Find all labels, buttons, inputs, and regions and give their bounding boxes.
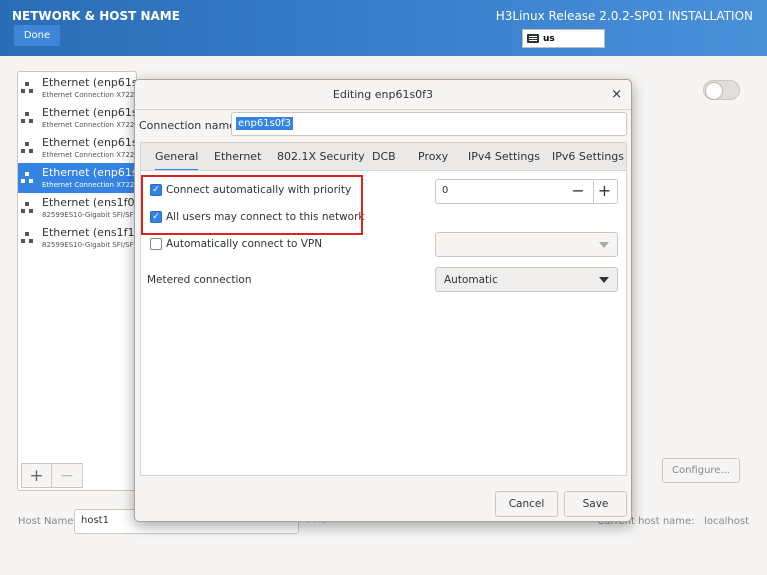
priority-value: 0 (442, 185, 449, 196)
network-wired-icon (21, 232, 34, 244)
network-wired-icon (21, 172, 34, 184)
chevron-down-icon (599, 242, 609, 248)
device-description: Ethernet Connection X722 (42, 181, 135, 189)
tab-dcb[interactable]: DCB (372, 143, 396, 171)
tab-general[interactable]: General (155, 143, 199, 171)
checkbox-unchecked-icon (150, 238, 162, 250)
save-button[interactable]: Save (564, 491, 627, 517)
tab-ipv4-settings[interactable]: IPv4 Settings (468, 143, 540, 171)
device-list-controls: + − (21, 463, 83, 488)
device-description: Ethernet Connection X722 (42, 91, 135, 99)
network-wired-icon (21, 112, 34, 124)
device-name: Ethernet (enp61s0f1) (42, 106, 136, 119)
network-wired-icon (21, 82, 34, 94)
keyboard-layout-indicator[interactable]: us (522, 29, 605, 48)
vpn-select[interactable] (435, 232, 618, 257)
current-host-name-value: localhost (704, 516, 749, 527)
configure-button[interactable]: Configure... (662, 458, 740, 483)
network-wired-icon (21, 202, 34, 214)
device-name: Ethernet (ens1f1, (42, 226, 137, 239)
tab-8021x-security[interactable]: 802.1X Security (277, 143, 365, 171)
device-item-selected[interactable]: Ethernet (enp61s0f3) Ethernet Connection… (18, 163, 136, 193)
settings-tabs: General Ethernet 802.1X Security DCB Pro… (140, 142, 627, 171)
header-bar: NETWORK & HOST NAME Done H3Linux Release… (0, 0, 767, 56)
host-name-label: Host Name: (18, 516, 77, 527)
device-item[interactable]: Ethernet (ens1f0, 82599ES10-Gigabit SFI/… (18, 193, 136, 223)
close-icon[interactable]: × (611, 87, 622, 102)
page-title: NETWORK & HOST NAME (12, 9, 180, 23)
cancel-button[interactable]: Cancel (495, 491, 558, 517)
device-power-toggle[interactable] (703, 80, 740, 100)
device-list: Ethernet (enp61s0f0) Ethernet Connection… (17, 71, 137, 491)
remove-device-button[interactable]: − (52, 463, 83, 488)
annotation-highlight-box (141, 175, 363, 235)
keyboard-layout-label: us (543, 33, 555, 44)
connection-name-input[interactable]: enp61s0f3 (231, 112, 627, 136)
done-button[interactable]: Done (13, 24, 61, 47)
priority-increase-button[interactable]: + (593, 181, 615, 203)
device-name: Ethernet (enp61s0f3) (42, 166, 136, 179)
device-name: Ethernet (ens1f0, (42, 196, 137, 209)
tab-proxy[interactable]: Proxy (418, 143, 448, 171)
metered-connection-label: Metered connection (147, 274, 252, 286)
device-description: Ethernet Connection X722 (42, 151, 135, 159)
vpn-autoconnect-label: Automatically connect to VPN (166, 238, 323, 250)
keyboard-icon (527, 34, 539, 43)
tab-ethernet[interactable]: Ethernet (214, 143, 261, 171)
add-device-button[interactable]: + (21, 463, 52, 488)
connection-name-value: enp61s0f3 (236, 117, 294, 130)
priority-spinbutton[interactable]: 0 − + (435, 179, 618, 204)
connection-name-label: Connection name (139, 119, 236, 132)
network-wired-icon (21, 142, 34, 154)
device-description: 82599ES10-Gigabit SFI/SFP+ (42, 241, 137, 249)
device-description: 82599ES10-Gigabit SFI/SFP+ (42, 211, 137, 219)
device-item[interactable]: Ethernet (ens1f1, 82599ES10-Gigabit SFI/… (18, 223, 136, 253)
device-item[interactable]: Ethernet (enp61s0f2) Ethernet Connection… (18, 133, 136, 163)
device-description: Ethernet Connection X722 (42, 121, 135, 129)
device-name: Ethernet (enp61s0f0) (42, 76, 136, 89)
dialog-title: Editing enp61s0f3 (135, 80, 631, 110)
metered-connection-select[interactable]: Automatic (435, 267, 618, 292)
device-item[interactable]: Ethernet (enp61s0f1) Ethernet Connection… (18, 103, 136, 133)
vpn-autoconnect-checkbox[interactable]: Automatically connect to VPN (150, 238, 322, 250)
release-title: H3Linux Release 2.0.2-SP01 INSTALLATION (495, 9, 753, 23)
priority-decrease-button[interactable]: − (567, 181, 589, 203)
metered-connection-value: Automatic (444, 274, 498, 286)
tab-ipv6-settings[interactable]: IPv6 Settings (552, 143, 624, 171)
edit-connection-dialog: Editing enp61s0f3 × Connection name enp6… (134, 79, 632, 522)
device-item[interactable]: Ethernet (enp61s0f0) Ethernet Connection… (18, 73, 136, 103)
chevron-down-icon (599, 277, 609, 283)
device-name: Ethernet (enp61s0f2) (42, 136, 136, 149)
